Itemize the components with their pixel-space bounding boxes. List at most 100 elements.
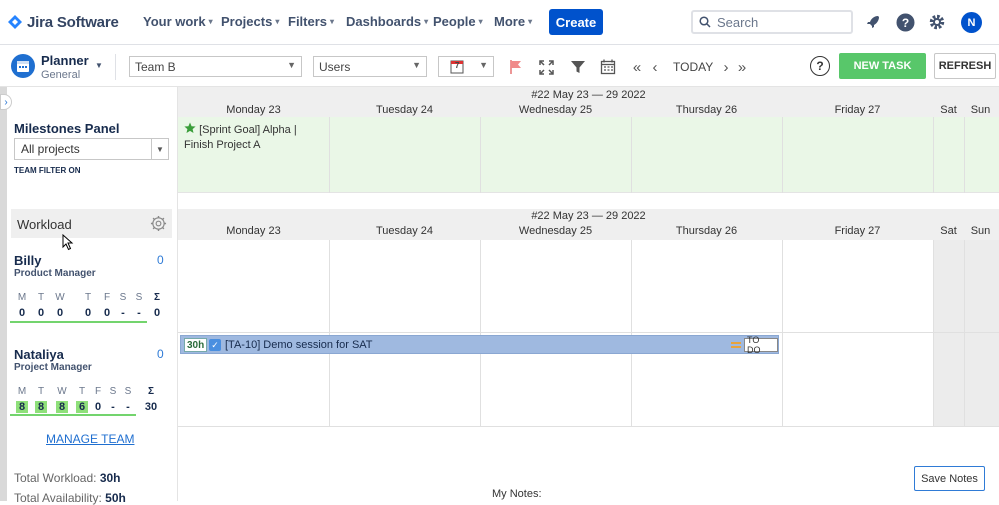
task-status-badge: TO DO [744, 335, 778, 355]
planner-help-icon[interactable]: ? [810, 56, 830, 76]
day-divider [329, 117, 330, 193]
task-title: [TA-10] Demo session for SAT [225, 339, 373, 351]
chevron-left-icon[interactable]: ‹ [645, 57, 665, 77]
search-box[interactable] [691, 10, 853, 34]
member-task-count[interactable]: 0 [157, 253, 164, 267]
project-select-value: All projects [21, 142, 80, 156]
flag-icon[interactable] [506, 57, 526, 77]
workload-title: Workload [17, 217, 72, 232]
weekday-letter: F [94, 386, 102, 397]
member-name[interactable]: Billy [14, 253, 41, 268]
weekday-letter: W [57, 386, 67, 397]
weekday-letter: S [135, 292, 143, 303]
availability-underline [10, 414, 136, 416]
planner-subtitle: General [41, 69, 81, 81]
planner-menu-caret-icon[interactable]: ▼ [95, 61, 103, 70]
day-header-thursday: Thursday 26 [675, 104, 738, 116]
total-availability-value: 50h [105, 491, 126, 505]
fullscreen-icon[interactable] [536, 57, 556, 77]
notifications-icon[interactable] [863, 12, 883, 32]
chevron-down-icon: ▼ [287, 60, 296, 70]
day-header-sunday: Sun [970, 225, 991, 237]
nav-your-work[interactable]: Your work ▾ [143, 14, 213, 29]
total-workload: Total Workload: 30h [14, 471, 121, 485]
chevron-down-icon: ▼ [151, 139, 168, 159]
nav-label: People [433, 14, 476, 29]
day-header-friday: Friday 27 [834, 104, 881, 116]
weekday-letter: S [119, 292, 127, 303]
manage-team-link[interactable]: MANAGE TEAM [46, 432, 134, 446]
day-divider [631, 117, 632, 193]
nav-dashboards[interactable]: Dashboards ▾ [346, 14, 428, 29]
top-navigation: Jira Software Your work ▾ Projects ▾ Filte… [0, 0, 999, 45]
day-header-monday: Monday 23 [226, 225, 281, 237]
member-role: Project Manager [14, 362, 92, 373]
member-name[interactable]: Nataliya [14, 347, 64, 362]
user-avatar[interactable]: N [961, 12, 982, 33]
day-header-wednesday: Wednesday 25 [518, 104, 593, 116]
sidebar-strip [0, 87, 7, 501]
today-button[interactable]: TODAY [673, 60, 713, 74]
search-input[interactable] [717, 14, 837, 30]
week-label: #22 May 23 — 29 2022 [531, 89, 646, 101]
day-divider [782, 240, 783, 426]
nav-filters[interactable]: Filters ▾ [288, 14, 334, 29]
weekday-letter: Σ [147, 386, 154, 397]
milestone-item[interactable]: [Sprint Goal] Alpha | Finish Project A [184, 122, 324, 153]
team-select[interactable]: Team B ▼ [129, 56, 302, 77]
day-divider [782, 117, 783, 193]
planner-icon[interactable] [11, 54, 35, 78]
total-workload-label: Total Workload: [14, 471, 97, 485]
nav-projects[interactable]: Projects ▾ [221, 14, 279, 29]
day-divider [631, 240, 632, 426]
weekday-letter: S [124, 386, 132, 397]
weekday-letter: Σ [153, 292, 160, 303]
task-bar[interactable]: 30h ✓ [TA-10] Demo session for SAT TO DO [180, 335, 779, 355]
refresh-button[interactable]: REFRESH [934, 53, 996, 79]
daily-hours: 8 [16, 401, 28, 413]
workload-settings-gear-icon[interactable] [150, 215, 167, 232]
daily-hours: 0 [18, 307, 26, 319]
new-task-button[interactable]: NEW TASK [839, 53, 926, 79]
daily-hours: 8 [56, 401, 68, 413]
save-notes-button[interactable]: Save Notes [914, 466, 985, 491]
toolbar-divider [115, 54, 116, 80]
day-divider [933, 240, 934, 426]
project-select[interactable]: All projects ▼ [14, 138, 169, 160]
help-icon[interactable]: ? [895, 12, 915, 32]
daily-hours: 0 [56, 307, 64, 319]
task-hours-badge: 30h [184, 338, 208, 352]
settings-icon[interactable] [927, 12, 947, 32]
member-task-count[interactable]: 0 [157, 347, 164, 361]
calendar-icon [17, 61, 29, 72]
daily-hours: 6 [76, 401, 88, 413]
chevron-down-icon: ▾ [478, 17, 483, 26]
date-picker[interactable]: 7 ▼ [438, 56, 494, 77]
weekday-letter: M [17, 292, 27, 303]
filter-icon[interactable] [568, 57, 588, 77]
priority-medium-icon [731, 342, 741, 348]
weekday-letter: T [78, 386, 86, 397]
weekday-letter: T [84, 292, 92, 303]
weekday-letter: F [103, 292, 111, 303]
nav-more[interactable]: More ▾ [494, 14, 532, 29]
day-header-sunday: Sun [970, 104, 991, 116]
total-workload-value: 30h [99, 471, 121, 485]
daily-hours: - [121, 307, 125, 319]
rocket-icon [867, 16, 879, 28]
search-icon [699, 16, 711, 28]
chevron-down-icon: ▾ [208, 17, 213, 26]
planner-title[interactable]: Planner [41, 53, 89, 68]
jira-logo[interactable]: Jira Software [8, 12, 119, 32]
day-divider [329, 240, 330, 426]
double-chevron-right-icon[interactable]: » [732, 57, 752, 77]
calendar-view-icon[interactable] [598, 57, 618, 77]
mouse-cursor-icon [62, 234, 74, 251]
question-circle-icon: ? [896, 13, 914, 31]
nav-people[interactable]: People ▾ [433, 14, 483, 29]
chevron-down-icon: ▼ [412, 60, 421, 70]
chevron-down-icon: ▾ [275, 17, 280, 26]
double-chevron-left-icon[interactable]: « [627, 57, 647, 77]
create-button[interactable]: Create [549, 9, 603, 35]
users-select[interactable]: Users ▼ [313, 56, 427, 77]
